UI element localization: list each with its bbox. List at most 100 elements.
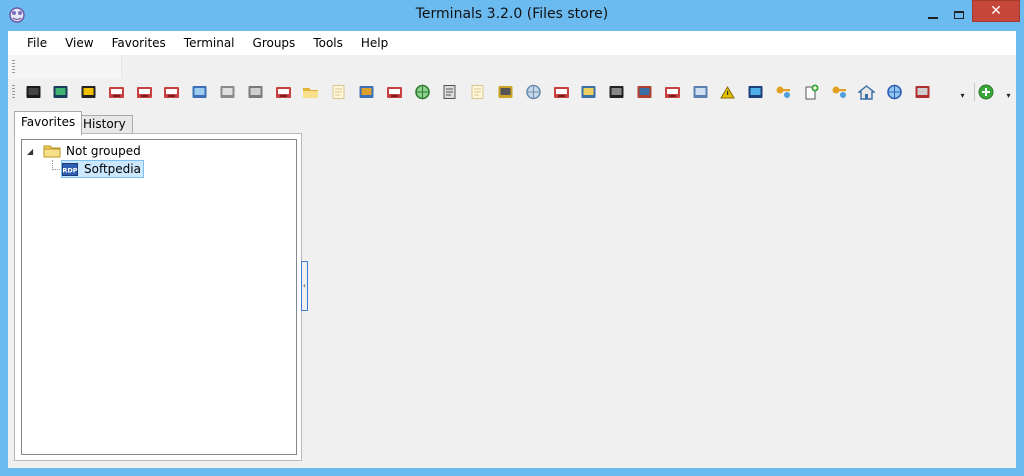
key-icon[interactable] xyxy=(829,83,849,101)
connection-icon-glyph xyxy=(275,87,291,98)
connection-icon[interactable] xyxy=(384,83,404,101)
home-icon[interactable] xyxy=(857,83,877,101)
menu-favorites[interactable]: Favorites xyxy=(103,31,175,55)
console-icon[interactable] xyxy=(23,83,43,101)
connection-icon-glyph xyxy=(136,87,152,98)
svg-text:RDP: RDP xyxy=(62,166,77,174)
tree-node-softpedia[interactable]: RDP Softpedia xyxy=(61,160,144,178)
key-icon-glyph xyxy=(832,86,846,98)
monitor-icon-glyph xyxy=(748,86,763,98)
tree-node-not-grouped[interactable]: ◢ Not grouped xyxy=(27,142,143,160)
package-icon-glyph xyxy=(637,86,652,98)
globe-link-icon-glyph xyxy=(887,84,903,100)
connection-icon[interactable] xyxy=(273,83,293,101)
connection-icon-glyph xyxy=(664,87,680,98)
maximize-button[interactable] xyxy=(946,0,972,30)
favorites-toolbar xyxy=(8,55,122,79)
gear-icon[interactable] xyxy=(523,83,543,101)
warning-icon[interactable] xyxy=(718,83,738,101)
key-icon[interactable] xyxy=(774,83,794,101)
toolbar-separator xyxy=(974,83,975,101)
package-icon[interactable] xyxy=(635,83,655,101)
menu-view[interactable]: View xyxy=(56,31,102,55)
terminal-icon[interactable] xyxy=(51,83,71,101)
toolbar-grip[interactable] xyxy=(12,60,15,74)
connection-icon[interactable] xyxy=(551,83,571,101)
tools-icon-glyph xyxy=(915,86,930,98)
connection-icon-glyph xyxy=(386,87,402,98)
menu-file[interactable]: File xyxy=(18,31,56,55)
script-icon[interactable] xyxy=(329,83,349,101)
connection-icon[interactable] xyxy=(134,83,154,101)
vnc-icon-glyph xyxy=(81,86,96,98)
scanner-icon-glyph xyxy=(248,86,263,98)
file-add-icon[interactable] xyxy=(801,83,821,101)
gear-icon-glyph xyxy=(526,84,541,100)
connection-icon[interactable] xyxy=(662,83,682,101)
minimize-button[interactable] xyxy=(920,0,946,30)
minimize-icon xyxy=(928,17,938,19)
toolbar-overflow-button-2[interactable]: ▾ xyxy=(1004,91,1013,101)
folder-icon xyxy=(43,145,61,158)
vnc-icon[interactable] xyxy=(79,83,99,101)
menu-help[interactable]: Help xyxy=(352,31,397,55)
menu-tools[interactable]: Tools xyxy=(304,31,352,55)
connection-icon[interactable] xyxy=(106,83,126,101)
key-icon-glyph xyxy=(776,86,791,98)
network-computer-icon-glyph xyxy=(192,86,207,98)
connection-icon-glyph xyxy=(164,87,180,98)
printer-icon-glyph xyxy=(220,86,235,98)
globe-link-icon[interactable] xyxy=(885,83,905,101)
printer-icon[interactable] xyxy=(218,83,238,101)
script-icon-glyph xyxy=(471,85,484,99)
title-bar[interactable]: Terminals 3.2.0 (Files store) ✕ xyxy=(0,0,1024,32)
notebook-icon-glyph xyxy=(581,86,596,98)
lock-icon[interactable] xyxy=(496,83,516,101)
connection-icon-glyph xyxy=(553,87,569,98)
globe-icon-glyph xyxy=(414,84,430,100)
folder-icon-glyph xyxy=(303,88,319,98)
toolbar-icons xyxy=(23,83,940,101)
menu-groups[interactable]: Groups xyxy=(244,31,305,55)
scanner-icon[interactable] xyxy=(245,83,265,101)
globe-icon[interactable] xyxy=(412,83,432,101)
network-users-icon[interactable] xyxy=(357,83,377,101)
folder-icon[interactable] xyxy=(301,83,321,101)
connection-icon[interactable] xyxy=(162,83,182,101)
tab-favorites[interactable]: Favorites xyxy=(14,111,83,135)
warning-icon-glyph xyxy=(720,86,736,99)
maximize-icon xyxy=(954,11,964,19)
tools-icon[interactable] xyxy=(913,83,933,101)
favorites-tree[interactable]: ◢ Not grouped RDP Softpedia xyxy=(21,139,297,455)
window-title: Terminals 3.2.0 (Files store) xyxy=(415,6,609,22)
lock-icon-glyph xyxy=(498,86,513,98)
menu-terminal[interactable]: Terminal xyxy=(175,31,244,55)
console-icon-glyph xyxy=(26,86,40,98)
favorites-panel: ◢ Not grouped RDP Softpedia xyxy=(14,133,302,461)
panel-collapse-splitter[interactable]: ‹ xyxy=(301,261,308,311)
monitor-icon[interactable] xyxy=(746,83,766,101)
rdp-icon: RDP xyxy=(62,162,78,176)
file-add-icon-glyph xyxy=(805,84,819,100)
script-icon[interactable] xyxy=(468,83,488,101)
tree-line xyxy=(52,169,60,170)
home-icon-glyph xyxy=(858,85,876,100)
computers-icon-glyph xyxy=(693,86,708,98)
tree-node-label: Not grouped xyxy=(66,144,141,158)
collapse-icon[interactable]: ◢ xyxy=(27,147,37,156)
add-icon[interactable] xyxy=(978,84,994,100)
notebook-icon[interactable] xyxy=(579,83,599,101)
main-toolbar: ▾ ▾ xyxy=(8,79,1016,107)
close-button[interactable]: ✕ xyxy=(972,0,1020,22)
film-icon[interactable] xyxy=(607,83,627,101)
toolbar-grip[interactable] xyxy=(12,85,15,99)
toolbar-overflow-button[interactable]: ▾ xyxy=(958,91,967,101)
close-icon: ✕ xyxy=(990,3,1002,19)
tab-history[interactable]: History xyxy=(76,115,133,133)
network-computer-icon[interactable] xyxy=(190,83,210,101)
computers-icon[interactable] xyxy=(690,83,710,101)
copy-icon[interactable] xyxy=(440,83,460,101)
copy-icon-glyph xyxy=(443,85,456,99)
film-icon-glyph xyxy=(609,86,624,98)
client-area: File View Favorites Terminal Groups Tool… xyxy=(8,31,1016,468)
